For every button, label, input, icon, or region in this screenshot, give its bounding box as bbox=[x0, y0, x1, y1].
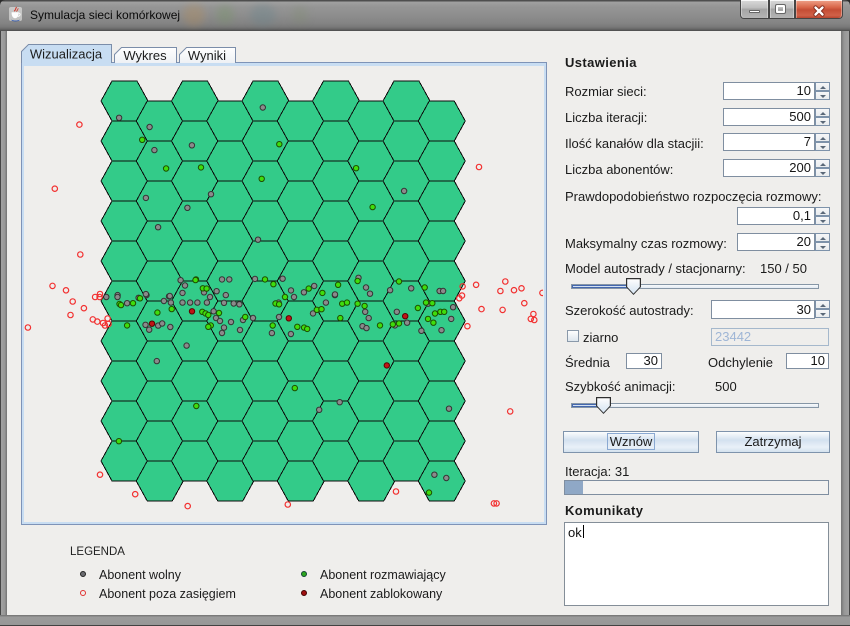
svg-text:Wizualizacja: Wizualizacja bbox=[30, 47, 103, 62]
svg-text:Wykres: Wykres bbox=[123, 48, 167, 63]
svg-text:Wyniki: Wyniki bbox=[188, 48, 226, 63]
